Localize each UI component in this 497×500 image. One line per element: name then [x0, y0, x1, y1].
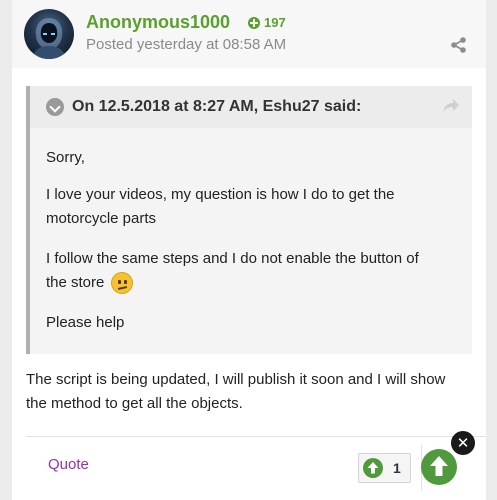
reaction-count: 1 — [393, 460, 401, 476]
close-icon[interactable]: ✕ — [451, 431, 475, 455]
post-content: The script is being updated, I will publ… — [26, 368, 472, 416]
quote-line: I love your videos, my question is how I… — [46, 186, 395, 203]
avatar-image — [32, 18, 66, 59]
share-icon[interactable] — [450, 36, 468, 54]
scroll-top-icon[interactable] — [421, 449, 457, 485]
post-card: Anonymous1000 197 Posted yesterday at 08… — [12, 0, 486, 500]
footer-divider — [26, 436, 486, 437]
quote-line-text: the store — [46, 274, 105, 291]
quote-citation: On 12.5.2018 at 8:27 AM, Eshu27 said: — [72, 98, 362, 115]
reaction-button[interactable]: 1 — [358, 453, 411, 483]
reputation-badge: 197 — [248, 15, 286, 30]
quote-line: motorcycle parts — [46, 210, 157, 227]
quote-paragraph: Please help — [46, 314, 125, 331]
quote-block: On 12.5.2018 at 8:27 AM, Eshu27 said: So… — [26, 86, 472, 354]
quote-line-with-emoji: the store — [46, 271, 133, 295]
post-timestamp[interactable]: Posted yesterday at 08:58 AM — [86, 36, 286, 53]
post-header: Anonymous1000 197 Posted yesterday at 08… — [12, 0, 486, 68]
quote-button[interactable]: Quote — [48, 456, 89, 473]
reputation-plus-icon — [248, 16, 260, 29]
post-content-line: the method to get all the objects. — [26, 395, 243, 412]
quote-line: I follow the same steps and I do not ena… — [46, 250, 419, 267]
avatar[interactable] — [24, 9, 74, 59]
reputation-count: 197 — [264, 15, 286, 30]
go-to-quote-icon[interactable] — [442, 98, 460, 114]
chevron-down-icon[interactable] — [46, 98, 64, 116]
like-up-arrow-icon — [363, 458, 383, 478]
post-content-line: The script is being updated, I will publ… — [26, 371, 446, 388]
quote-header: On 12.5.2018 at 8:27 AM, Eshu27 said: — [30, 86, 472, 128]
quote-paragraph: Sorry, — [46, 149, 85, 166]
author-name[interactable]: Anonymous1000 — [86, 12, 230, 33]
confused-emoji-icon — [110, 272, 133, 295]
